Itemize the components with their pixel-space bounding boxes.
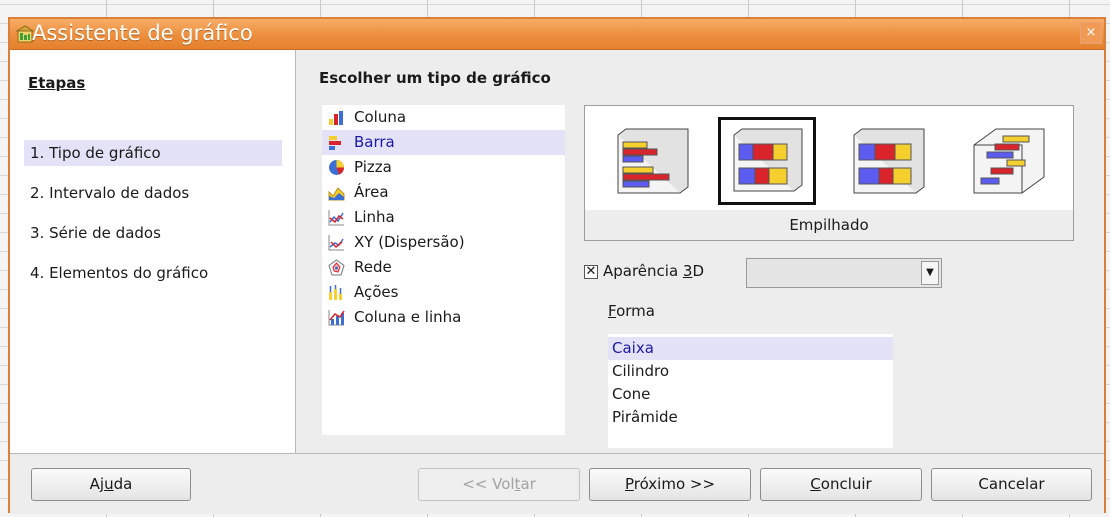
line-chart-icon (328, 210, 344, 226)
shape-option[interactable]: Cilindro (608, 360, 893, 383)
steps-panel: Etapas 1. Tipo de gráfico 2. Intervalo d… (10, 50, 296, 453)
next-button[interactable]: Próximo >> (589, 468, 751, 501)
variant-percent-stacked[interactable] (841, 120, 933, 202)
chart-type-item[interactable]: Coluna (322, 105, 565, 130)
cancel-button[interactable]: Cancelar (931, 468, 1092, 501)
steps-heading: Etapas (28, 74, 86, 92)
chart-type-item[interactable]: Ações (322, 280, 565, 305)
bar-percent-stacked-3d-icon (853, 128, 925, 194)
chart-wizard-dialog: Assistente de gráfico × Etapas 1. Tipo d… (8, 17, 1106, 514)
page-title: Escolher um tipo de gráfico (319, 69, 551, 87)
chart-type-item[interactable]: Coluna e linha (322, 305, 565, 330)
chart-type-list[interactable]: Coluna Barra Pizza Área Linha XY (Disper… (322, 105, 565, 435)
chart-type-item[interactable]: Pizza (322, 155, 565, 180)
step-data-range[interactable]: 2. Intervalo de dados (24, 180, 282, 206)
help-button[interactable]: Ajuda (31, 468, 191, 501)
shape-option[interactable]: Pirâmide (608, 406, 893, 429)
chart-type-item[interactable]: XY (Dispersão) (322, 230, 565, 255)
area-chart-icon (328, 187, 345, 201)
shape-label: Forma (608, 302, 655, 320)
shape-option-selected[interactable]: Caixa (608, 337, 893, 360)
stock-chart-icon (329, 285, 342, 300)
shape-option[interactable]: Cone (608, 383, 893, 406)
bar-deep-3d-icon (973, 128, 1045, 194)
column-line-chart-icon (328, 310, 345, 326)
window-title: Assistente de gráfico (32, 21, 253, 45)
variant-caption: Empilhado (789, 216, 869, 234)
back-button[interactable]: << Voltar (418, 468, 580, 501)
bar-chart-icon (329, 136, 341, 150)
variant-stacked-selected[interactable] (718, 117, 816, 205)
net-chart-icon (328, 259, 345, 276)
chart-type-item[interactable]: Rede (322, 255, 565, 280)
chart-type-label: Barra (354, 133, 395, 151)
close-icon: × (1085, 25, 1097, 40)
chart-type-item-selected[interactable]: Barra (322, 130, 565, 155)
chart-type-label: Pizza (354, 158, 392, 176)
bar-stacked-3d-icon (733, 128, 803, 192)
appearance-3d-checkbox[interactable]: ✕ (584, 265, 598, 279)
step-chart-type[interactable]: 1. Tipo de gráfico (24, 140, 282, 166)
shape-list[interactable]: Caixa Cilindro Cone Pirâmide (608, 334, 893, 448)
chart-type-label: Coluna e linha (354, 308, 462, 326)
chart-type-label: Rede (354, 258, 392, 276)
step-chart-elements[interactable]: 4. Elementos do gráfico (24, 260, 282, 286)
chart-type-label: Área (354, 183, 389, 201)
chart-type-label: Ações (354, 283, 399, 301)
chart-variant-gallery: Empilhado (584, 105, 1074, 241)
chart-type-label: Linha (354, 208, 395, 226)
step-data-series[interactable]: 3. Série de dados (24, 220, 282, 246)
variant-deep[interactable] (961, 120, 1053, 202)
variant-normal[interactable] (605, 120, 697, 202)
column-chart-icon (329, 111, 343, 125)
chevron-down-icon[interactable]: ▼ (921, 261, 939, 285)
button-bar: Ajuda << Voltar Próximo >> Concluir Canc… (10, 453, 1104, 514)
bar-normal-3d-icon (617, 128, 689, 194)
close-button[interactable]: × (1080, 22, 1102, 44)
appearance-3d-label: Aparência 3D (603, 262, 705, 280)
chart-type-label: XY (Dispersão) (354, 233, 465, 251)
pie-chart-icon (329, 160, 345, 175)
title-bar[interactable]: Assistente de gráfico × (10, 19, 1104, 50)
xy-scatter-chart-icon (328, 235, 344, 251)
finish-button[interactable]: Concluir (760, 468, 922, 501)
chart-type-item[interactable]: Linha (322, 205, 565, 230)
appearance-3d-scheme-select[interactable]: ▼ (746, 258, 942, 288)
chart-type-item[interactable]: Área (322, 180, 565, 205)
chart-type-label: Coluna (354, 108, 407, 126)
